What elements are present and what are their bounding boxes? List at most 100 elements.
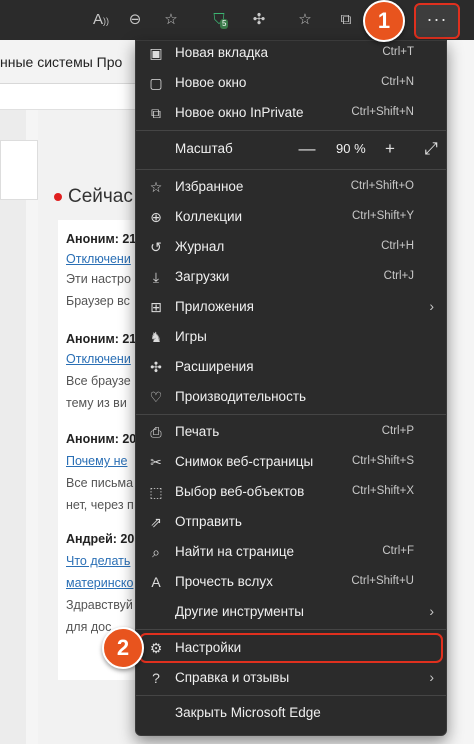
help-icon: ? — [152, 670, 160, 686]
zoom-in-button[interactable]: + — [379, 139, 401, 159]
menu-divider — [136, 169, 446, 170]
comment-author: Андрей: 20 — [66, 532, 135, 546]
screenshot-icon: ✂ — [150, 454, 162, 470]
web-select-icon: ⬚ — [149, 484, 163, 500]
read-aloud-icon[interactable]: A)) — [88, 7, 114, 33]
menu-item-shortcut: Ctrl+Shift+S — [352, 455, 414, 467]
games-icon: ♞ — [149, 329, 163, 345]
menu-item-label: Игры — [175, 329, 207, 344]
download-icon: ⤓ — [152, 269, 160, 285]
comment-link[interactable]: Почему не — [66, 454, 127, 468]
menu-item-share[interactable]: ⇗ Отправить — [136, 507, 446, 537]
menu-item-label: Снимок веб-страницы — [175, 454, 314, 469]
menu-item-new-window[interactable]: ▢ Новое окно Ctrl+N — [136, 68, 446, 98]
comment-text: Все письма — [66, 476, 134, 490]
menu-item-print[interactable]: ⎙ Печать Ctrl+P — [136, 417, 446, 447]
step-2-callout: 2 — [102, 627, 144, 669]
menu-item-web-select[interactable]: ⬚ Выбор веб-объектов Ctrl+Shift+X — [136, 477, 446, 507]
menu-item-label: Новое окно — [175, 75, 247, 90]
menu-item-label: Новая вкладка — [175, 45, 269, 60]
comment-link[interactable]: материнско — [66, 576, 133, 590]
menu-item-history[interactable]: ↺ Журнал Ctrl+H — [136, 232, 446, 262]
comment-link[interactable]: Отключени — [66, 352, 131, 366]
comment-author: Аноним: 21 — [66, 232, 137, 246]
menu-item-label: Найти на странице — [175, 544, 295, 559]
history-icon: ↺ — [150, 239, 162, 255]
menu-item-shortcut: Ctrl+Shift+U — [351, 575, 414, 587]
share-icon: ⇗ — [150, 514, 162, 530]
add-favorite-icon[interactable]: ☆ — [158, 7, 184, 33]
settings-and-more-menu: ▣ Новая вкладка Ctrl+T ▢ Новое окно Ctrl… — [135, 40, 447, 736]
menu-item-label: Другие инструменты — [175, 604, 304, 619]
comment-text: Здравствуй — [66, 598, 133, 612]
comment-text: нет, через п — [66, 498, 134, 512]
step-1-callout: 1 — [363, 0, 405, 42]
menu-item-label: Печать — [175, 424, 220, 439]
favorites-icon: ☆ — [149, 179, 163, 195]
menu-item-help[interactable]: ? Справка и отзывы › — [136, 663, 446, 693]
menu-item-read-aloud[interactable]: A Прочесть вслух Ctrl+Shift+U — [136, 567, 446, 597]
menu-item-downloads[interactable]: ⤓ Загрузки Ctrl+J — [136, 262, 446, 292]
comment-link[interactable]: Отключени — [66, 252, 131, 266]
extensions-icon[interactable]: ✣ — [246, 7, 272, 33]
zoom-out-button[interactable]: — — [296, 139, 318, 159]
zoom-out-icon[interactable]: ⊖ — [122, 7, 148, 33]
zoom-value: 90 % — [336, 141, 366, 156]
extensions-icon: ✣ — [150, 359, 162, 375]
menu-item-games[interactable]: ♞ Игры — [136, 322, 446, 352]
shield-badge: 5 — [220, 19, 229, 29]
bookmarks-bar: нные системы Про — [0, 40, 140, 84]
comment-text: тему из ви — [66, 396, 127, 410]
comment-author: Аноним: 21 — [66, 332, 137, 346]
fullscreen-icon[interactable]: ⤢ — [420, 139, 442, 159]
inprivate-icon: ⧉ — [151, 105, 161, 121]
menu-item-web-capture[interactable]: ✂ Снимок веб-страницы Ctrl+Shift+S — [136, 447, 446, 477]
menu-item-label: Новое окно InPrivate — [175, 105, 304, 120]
menu-item-collections[interactable]: ⊕ Коллекции Ctrl+Shift+Y — [136, 202, 446, 232]
menu-item-apps[interactable]: ⊞ Приложения › — [136, 292, 446, 322]
performance-icon: ♡ — [149, 389, 163, 405]
menu-item-label: Отправить — [175, 514, 242, 529]
menu-item-shortcut: Ctrl+P — [381, 425, 414, 437]
menu-item-label: Прочесть вслух — [175, 574, 273, 589]
menu-item-shortcut: Ctrl+N — [381, 76, 414, 88]
collections-icon[interactable]: ⧉ — [333, 7, 359, 33]
menu-item-shortcut: Ctrl+H — [381, 240, 414, 252]
menu-item-more-tools[interactable]: Другие инструменты › — [136, 597, 446, 627]
new-window-icon: ▢ — [149, 75, 163, 91]
apps-icon: ⊞ — [150, 299, 162, 315]
menu-item-shortcut: Ctrl+Shift+N — [351, 106, 414, 118]
zoom-label: Масштаб — [175, 141, 233, 156]
comment-link[interactable]: Что делать — [66, 554, 130, 568]
comment-text: Эти настро — [66, 272, 131, 286]
comment-author: Аноним: 20 — [66, 432, 137, 446]
menu-item-extensions[interactable]: ✣ Расширения — [136, 352, 446, 382]
shield-icon[interactable]: ⛉ 5 — [206, 7, 232, 33]
settings-highlight — [139, 633, 443, 663]
menu-item-new-inprivate[interactable]: ⧉ Новое окно InPrivate Ctrl+Shift+N — [136, 98, 446, 128]
menu-item-find[interactable]: ⌕ Найти на странице Ctrl+F — [136, 537, 446, 567]
chevron-right-icon: › — [429, 298, 434, 314]
menu-item-favorites[interactable]: ☆ Избранное Ctrl+Shift+O — [136, 172, 446, 202]
menu-item-zoom: Масштаб — 90 % + ⤢ — [136, 134, 446, 164]
menu-item-label: Журнал — [175, 239, 225, 254]
menu-item-label: Избранное — [175, 179, 244, 194]
menu-item-shortcut: Ctrl+J — [383, 270, 414, 282]
comment-text: Все браузе — [66, 374, 131, 388]
menu-item-close-edge[interactable]: Закрыть Microsoft Edge — [136, 698, 446, 728]
menu-item-shortcut: Ctrl+Shift+Y — [352, 210, 414, 222]
favorites-icon[interactable]: ☆ — [292, 7, 318, 33]
menu-item-label: Расширения — [175, 359, 254, 374]
menu-divider — [136, 695, 446, 696]
settings-and-more-button[interactable]: ··· — [414, 3, 460, 39]
menu-item-label: Выбор веб-объектов — [175, 484, 305, 499]
menu-item-shortcut: Ctrl+F — [382, 545, 414, 557]
print-icon: ⎙ — [150, 424, 162, 440]
menu-divider — [136, 130, 446, 131]
menu-item-shortcut: Ctrl+T — [382, 46, 414, 58]
comments-list: Аноним: 21 Отключени Эти настро Браузер … — [58, 220, 140, 680]
menu-item-performance[interactable]: ♡ Производительность — [136, 382, 446, 412]
menu-item-new-tab[interactable]: ▣ Новая вкладка Ctrl+T — [136, 38, 446, 68]
collections-icon: ⊕ — [150, 209, 162, 225]
find-icon: ⌕ — [152, 544, 160, 560]
